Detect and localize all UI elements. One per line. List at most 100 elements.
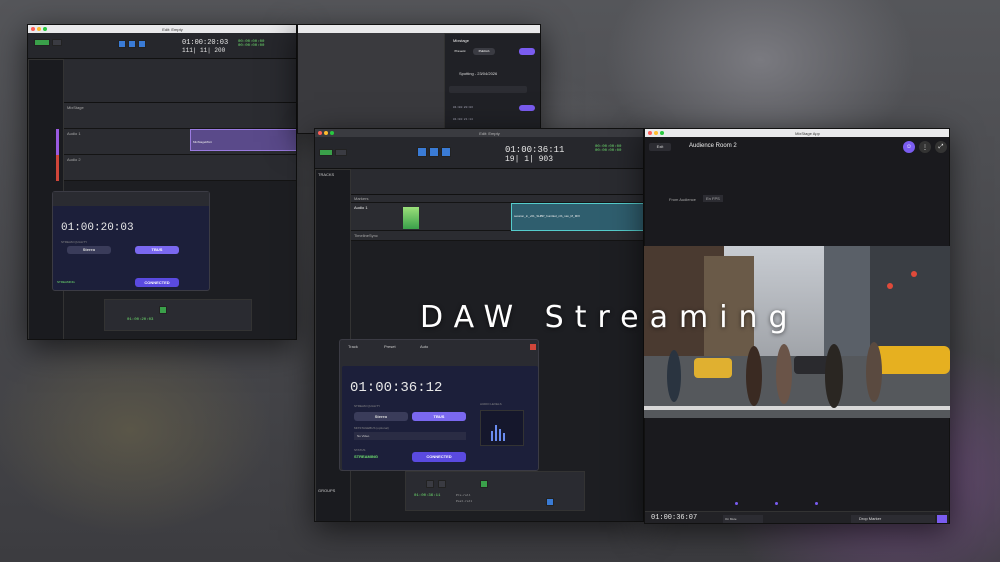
publish-tab[interactable]: Publish <box>473 48 495 55</box>
browser-window: Mixstage Present Publish Spotting - 23/0… <box>297 24 541 134</box>
app-footer: 01:00:36:07 On Mute Drop Marker <box>645 511 949 523</box>
connected-button[interactable]: CONNECTED <box>412 452 466 462</box>
status-label: STATUS <box>354 448 366 452</box>
record-mode-button[interactable] <box>319 149 333 156</box>
overlay-title: DAW Streaming <box>420 300 799 335</box>
stop-button[interactable] <box>438 480 446 488</box>
track-color-strip <box>56 155 59 181</box>
loop-button[interactable] <box>546 498 554 506</box>
tool-trim-button[interactable] <box>138 40 146 48</box>
close-dot-icon[interactable] <box>318 131 322 135</box>
tracks-label: TRACKS <box>318 172 335 177</box>
maximize-dot-icon[interactable] <box>660 131 664 135</box>
streaming-status: STREAMING <box>354 454 378 459</box>
search-input[interactable] <box>449 86 527 93</box>
track-name: Audio 1 <box>67 131 81 136</box>
track-row: MixStage <box>64 103 296 129</box>
tool-smart-button[interactable] <box>128 40 136 48</box>
tbus-button[interactable]: TBUS <box>135 246 179 254</box>
level-meter <box>403 207 419 229</box>
window-title: MixStage App <box>795 130 820 136</box>
track-name: Audio 1 <box>354 205 368 210</box>
stream-timecode: 01:00:36:12 <box>350 380 443 396</box>
play-button[interactable] <box>159 306 167 314</box>
sub-counter: 19| 1| 903 <box>505 155 554 164</box>
minimize-dot-icon[interactable] <box>654 131 658 135</box>
close-dot-icon[interactable] <box>648 131 652 135</box>
minimize-dot-icon[interactable] <box>37 27 41 31</box>
clip-name: MixStageMixit <box>193 140 212 144</box>
device-select[interactable]: No Video <box>354 432 466 440</box>
plugin-body: 01:00:36:12 STREAM QUALITY Stereo TBUS M… <box>342 366 538 470</box>
rewind-button[interactable] <box>426 480 434 488</box>
track-name: MixStage <box>67 105 84 110</box>
transport-panel: 01:00:20:03 <box>104 299 252 331</box>
room-name: Audience Room 2 <box>689 143 737 149</box>
front-titlebar: Edit: Empty <box>315 129 643 137</box>
track-name: Audio 2 <box>67 157 81 162</box>
track-color-strip <box>56 129 59 155</box>
menu-item[interactable]: Preset <box>384 344 396 349</box>
more-icon[interactable]: ⋮ <box>919 141 931 153</box>
connected-button[interactable]: CONNECTED <box>135 278 179 287</box>
edit-mode-button[interactable] <box>335 149 347 156</box>
track-row: Markers <box>351 195 643 203</box>
window-title: Edit: Empty <box>479 130 500 136</box>
send-button[interactable] <box>937 515 947 523</box>
exit-button[interactable]: Exit <box>649 143 671 151</box>
mixstage-panel: Mixstage Present Publish Spotting - 23/0… <box>444 33 540 133</box>
minimize-dot-icon[interactable] <box>324 131 328 135</box>
tool-trim-button[interactable] <box>429 147 439 157</box>
stereo-button[interactable]: Stereo <box>67 246 111 254</box>
stream-timecode: 01:00:20:03 <box>61 222 134 234</box>
plugin-header <box>53 192 209 206</box>
record-mode-button[interactable] <box>34 39 50 46</box>
track-row: Audio 2 <box>64 155 296 181</box>
stereo-button[interactable]: Stereo <box>354 412 408 421</box>
play-button[interactable] <box>480 480 488 488</box>
track-name: Markers <box>354 196 369 201</box>
close-icon[interactable] <box>530 344 536 350</box>
audio-clip[interactable]: session_in_v01_SHBP_hunitled_nlb_nax_M_M… <box>511 203 643 231</box>
tbus-button[interactable]: TBUS <box>412 412 466 421</box>
tool-grabber-button[interactable] <box>441 147 451 157</box>
quality-label: STREAM QUALITY <box>61 240 88 244</box>
drop-marker-button[interactable]: Drop Marker <box>851 515 935 523</box>
from-audience-tab[interactable]: From Audience <box>669 197 696 202</box>
main-counter: 01:00:20:03 <box>182 39 229 47</box>
accent-button[interactable] <box>519 48 535 55</box>
marker-timeline[interactable] <box>645 499 949 509</box>
transport-counter: 01:00:20:03 <box>127 318 154 322</box>
fullscreen-icon[interactable]: ⤢ <box>935 141 947 153</box>
maximize-dot-icon[interactable] <box>330 131 334 135</box>
stream-plugin-panel: 01:00:20:03 STREAM QUALITY Stereo TBUS S… <box>52 191 210 291</box>
back-titlebar: Edit: Empty <box>28 25 296 33</box>
window-title: Edit: Empty <box>162 26 183 32</box>
track-row: Audio 1 session_in_v01_SHBP_hunitled_nlb… <box>351 203 643 231</box>
tool-zoom-button[interactable] <box>417 147 427 157</box>
fps-tab[interactable]: En FPS <box>703 195 723 202</box>
close-dot-icon[interactable] <box>31 27 35 31</box>
audio-clip[interactable]: MixStageMixit <box>190 129 296 151</box>
front-toolbar: 01:00:36:11 19| 1| 903 00:00:00:00 00:00:… <box>315 137 643 169</box>
maximize-dot-icon[interactable] <box>43 27 47 31</box>
start-end-display: 00:00:00:00 00:00:00:00 <box>595 145 622 153</box>
quality-label: STREAM QUALITY <box>354 404 381 408</box>
main-counter: 01:00:36:11 <box>505 145 565 155</box>
menu-item[interactable]: Auto <box>420 344 428 349</box>
timeline-ruler <box>351 169 643 195</box>
menu-item[interactable]: Track <box>348 344 358 349</box>
present-tab[interactable]: Present <box>449 48 471 55</box>
mute-dropdown[interactable]: On Mute <box>723 515 763 523</box>
tool-grabber-button[interactable] <box>118 40 126 48</box>
app-titlebar: MixStage App <box>645 129 949 137</box>
marker-button[interactable] <box>519 105 535 111</box>
users-icon[interactable]: ☺ <box>903 141 915 153</box>
device-label: MIXSTAGEBUS (optional) <box>354 426 389 430</box>
clip-name: session_in_v01_SHBP_hunitled_nlb_nax_M_M… <box>514 214 581 218</box>
panel-header: Mixstage <box>453 38 470 43</box>
edit-mode-button[interactable] <box>52 39 62 46</box>
marker-time: 01:00:20:03 <box>453 106 473 109</box>
daw-window-back: Edit: Empty 01:00:20:03 111| 11| 200 00:… <box>27 24 297 340</box>
start-end-display: 00:00:00:00 00:00:00:00 <box>238 40 265 48</box>
